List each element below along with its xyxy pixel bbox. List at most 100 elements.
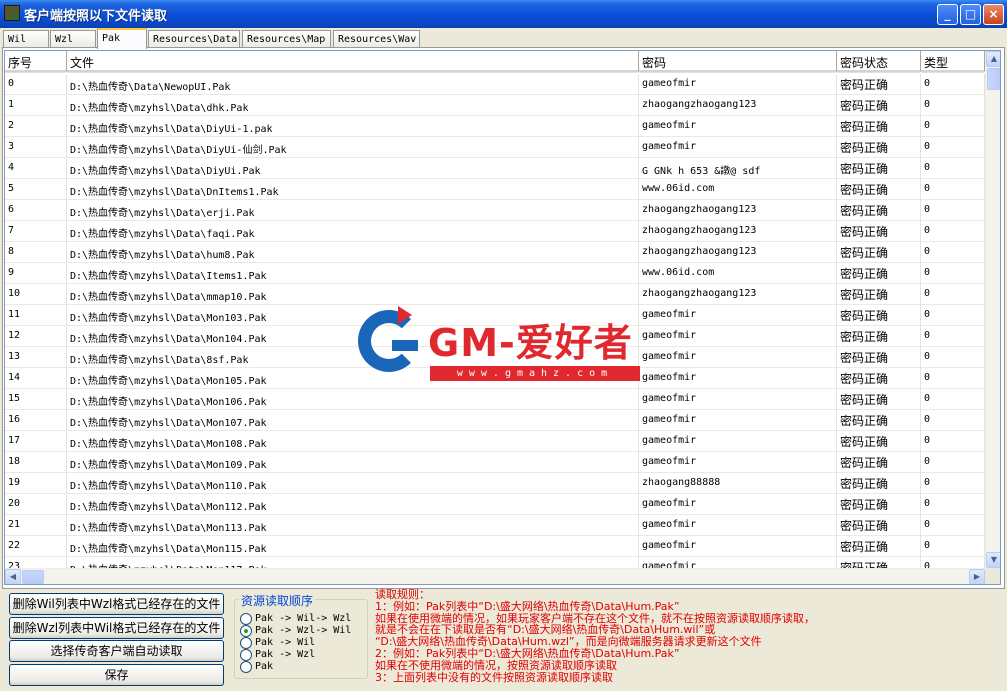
tab-resources-map[interactable]: Resources\Map xyxy=(242,30,331,48)
horizontal-scrollbar[interactable]: ◀ ▶ xyxy=(5,568,985,584)
scroll-right-button[interactable]: ▶ xyxy=(969,569,985,584)
tab-wil[interactable]: Wil xyxy=(3,30,49,48)
tab-resources-wav[interactable]: Resources\Wav xyxy=(333,30,420,48)
cell-file: D:\热血传奇\mzyhsl\Data\DiyUi.Pak xyxy=(67,158,639,179)
scroll-down-button[interactable]: ▼ xyxy=(986,552,1000,568)
column-header-password[interactable]: 密码 xyxy=(639,51,837,73)
cell-password-status: 密码正确 xyxy=(837,347,921,368)
table-body: 序号 文件 密码 密码状态 类型 0 D:\热血传奇\Data\NewopUI.P… xyxy=(5,51,985,568)
cell-file: D:\热血传奇\mzyhsl\Data\Mon112.Pak xyxy=(67,494,639,515)
scroll-up-button[interactable]: ▲ xyxy=(986,51,1000,67)
cell-password: zhaogangzhaogang123 xyxy=(639,284,837,305)
cell-password-status: 密码正确 xyxy=(837,515,921,536)
cell-file: D:\热血传奇\mzyhsl\Data\Mon115.Pak xyxy=(67,536,639,557)
tab-wzl[interactable]: Wzl xyxy=(50,30,96,48)
column-header-password-status[interactable]: 密码状态 xyxy=(837,51,921,73)
cell-index: 7 xyxy=(5,221,67,242)
cell-password-status: 密码正确 xyxy=(837,410,921,431)
radio-unchecked-icon[interactable] xyxy=(240,637,252,649)
table-row[interactable]: 16 D:\热血传奇\mzyhsl\Data\Mon107.Pak gameofmi… xyxy=(5,410,985,431)
radio-checked-icon[interactable] xyxy=(240,625,252,637)
table-row[interactable]: 22 D:\热血传奇\mzyhsl\Data\Mon115.Pak gameofmi… xyxy=(5,536,985,557)
table-row[interactable]: 12 D:\热血传奇\mzyhsl\Data\Mon104.Pak gameofmi… xyxy=(5,326,985,347)
table-row[interactable]: 5 D:\热血传奇\mzyhsl\Data\DnItems1.Pak www.06i… xyxy=(5,179,985,200)
table-row[interactable]: 19 D:\热血传奇\mzyhsl\Data\Mon110.Pak zhaogang… xyxy=(5,473,985,494)
table-row[interactable]: 0 D:\热血传奇\Data\NewopUI.Pak gameofmir 密码正确 0 xyxy=(5,74,985,95)
save-button[interactable]: 保存 xyxy=(9,664,224,686)
cell-index: 15 xyxy=(5,389,67,410)
table-row[interactable]: 10 D:\热血传奇\mzyhsl\Data\mmap10.Pak zhaogang… xyxy=(5,284,985,305)
table-row[interactable]: 9 D:\热血传奇\mzyhsl\Data\Items1.Pak www.06id.… xyxy=(5,263,985,284)
table-row[interactable]: 2 D:\热血传奇\mzyhsl\Data\DiyUi-1.pak gameofmi… xyxy=(5,116,985,137)
column-header-file[interactable]: 文件 xyxy=(67,51,639,73)
title-bar[interactable]: 客户端按照以下文件读取 _ □ × xyxy=(0,0,1007,28)
column-header-index[interactable]: 序号 xyxy=(5,51,67,73)
cell-file: D:\热血传奇\mzyhsl\Data\DiyUi-仙剑.Pak xyxy=(67,137,639,158)
radio-unchecked-icon[interactable] xyxy=(240,649,252,661)
cell-type: 0 xyxy=(921,431,985,452)
vertical-scrollbar[interactable]: ▲ ▼ xyxy=(985,51,1000,568)
table-row[interactable]: 4 D:\热血传奇\mzyhsl\Data\DiyUi.Pak G GNk h 6… xyxy=(5,158,985,179)
cell-type: 0 xyxy=(921,263,985,284)
minimize-button[interactable]: _ xyxy=(937,4,958,25)
cell-type: 0 xyxy=(921,305,985,326)
cell-file: D:\热血传奇\mzyhsl\Data\Mon110.Pak xyxy=(67,473,639,494)
table-row[interactable]: 15 D:\热血传奇\mzyhsl\Data\Mon106.Pak gameofmi… xyxy=(5,389,985,410)
table-row[interactable]: 23D:\热血传奇\mzyhsl\Data\Mon117.Pakgameofmi… xyxy=(5,557,985,568)
cell-file: D:\热血传奇\mzyhsl\Data\Mon117.Pak xyxy=(67,557,639,568)
cell-password-status: 密码正确 xyxy=(837,431,921,452)
cell-password-status: 密码正确 xyxy=(837,263,921,284)
table-row[interactable]: 11 D:\热血传奇\mzyhsl\Data\Mon103.Pak gameofmi… xyxy=(5,305,985,326)
delete-wil-in-wzl-button[interactable]: 删除Wzl列表中Wil格式已经存在的文件 xyxy=(9,617,224,639)
cell-file: D:\热血传奇\mzyhsl\Data\Mon109.Pak xyxy=(67,452,639,473)
scrollbar-corner xyxy=(985,568,1000,584)
radio-unchecked-icon[interactable] xyxy=(240,613,252,625)
table-row[interactable]: 1 D:\热血传奇\mzyhsl\Data\dhk.Pak zhaogangzhao… xyxy=(5,95,985,116)
tab-pak[interactable]: Pak xyxy=(97,28,147,49)
cell-type: 0 xyxy=(921,158,985,179)
cell-password-status: 密码正确 xyxy=(837,368,921,389)
select-client-auto-read-button[interactable]: 选择传奇客户端自动读取 xyxy=(9,640,224,662)
cell-password: gameofmir xyxy=(639,326,837,347)
file-table[interactable]: 序号 文件 密码 密码状态 类型 0 D:\热血传奇\Data\NewopUI.P… xyxy=(4,50,1001,585)
tab-strip: Wil Wzl Pak Resources\Data Resources\Map… xyxy=(0,28,1007,49)
cell-password-status: 密码正确 xyxy=(837,200,921,221)
table-row[interactable]: 8 D:\热血传奇\mzyhsl\Data\hum8.Pak zhaogangzha… xyxy=(5,242,985,263)
table-row[interactable]: 18 D:\热血传奇\mzyhsl\Data\Mon109.Pak gameofmi… xyxy=(5,452,985,473)
cell-password-status: 密码正确 xyxy=(837,158,921,179)
cell-password: zhaogangzhaogang123 xyxy=(639,200,837,221)
cell-file: D:\热血传奇\mzyhsl\Data\DnItems1.Pak xyxy=(67,179,639,200)
cell-type: 0 xyxy=(921,536,985,557)
cell-password: www.06id.com xyxy=(639,179,837,200)
cell-file: D:\热血传奇\mzyhsl\Data\mmap10.Pak xyxy=(67,284,639,305)
table-row[interactable]: 21 D:\热血传奇\mzyhsl\Data\Mon113.Pak gameofmi… xyxy=(5,515,985,536)
rule-line: 2：例如：Pak列表中“D:\盛大网络\热血传奇\Data\Hum.Pak” xyxy=(375,646,680,660)
cell-password: gameofmir xyxy=(639,116,837,137)
vertical-scroll-thumb[interactable] xyxy=(987,68,1000,90)
maximize-button[interactable]: □ xyxy=(960,4,981,25)
horizontal-scroll-thumb[interactable] xyxy=(22,570,44,584)
table-row[interactable]: 20 D:\热血传奇\mzyhsl\Data\Mon112.Pak gameofmi… xyxy=(5,494,985,515)
table-row[interactable]: 17 D:\热血传奇\mzyhsl\Data\Mon108.Pak gameofmi… xyxy=(5,431,985,452)
cell-type: 0 xyxy=(921,137,985,158)
table-row[interactable]: 13 D:\热血传奇\mzyhsl\Data\8sf.Pak gameofmir 密码… xyxy=(5,347,985,368)
tab-resources-data[interactable]: Resources\Data xyxy=(148,30,240,48)
column-header-type[interactable]: 类型 xyxy=(921,51,985,73)
table-row[interactable]: 3 D:\热血传奇\mzyhsl\Data\DiyUi-仙剑.Pak gameofm… xyxy=(5,137,985,158)
close-button[interactable]: × xyxy=(983,4,1004,25)
radio-unchecked-icon[interactable] xyxy=(240,661,252,673)
cell-password: gameofmir xyxy=(639,389,837,410)
table-row[interactable]: 7 D:\热血传奇\mzyhsl\Data\faqi.Pak zhaogangzha… xyxy=(5,221,985,242)
table-row[interactable]: 6 D:\热血传奇\mzyhsl\Data\erji.Pak zhaogangzha… xyxy=(5,200,985,221)
cell-password: zhaogang88888 xyxy=(639,473,837,494)
cell-type: 0 xyxy=(921,515,985,536)
cell-file: D:\热血传奇\mzyhsl\Data\8sf.Pak xyxy=(67,347,639,368)
cell-password: gameofmir xyxy=(639,515,837,536)
cell-password: gameofmir xyxy=(639,347,837,368)
scroll-left-button[interactable]: ◀ xyxy=(5,569,21,584)
cell-file: D:\热血传奇\mzyhsl\Data\Mon106.Pak xyxy=(67,389,639,410)
table-row[interactable]: 14 D:\热血传奇\mzyhsl\Data\Mon105.Pak gameofmi… xyxy=(5,368,985,389)
delete-wzl-in-wil-button[interactable]: 删除Wil列表中Wzl格式已经存在的文件 xyxy=(9,593,224,615)
cell-type: 0 xyxy=(921,284,985,305)
cell-index: 3 xyxy=(5,137,67,158)
